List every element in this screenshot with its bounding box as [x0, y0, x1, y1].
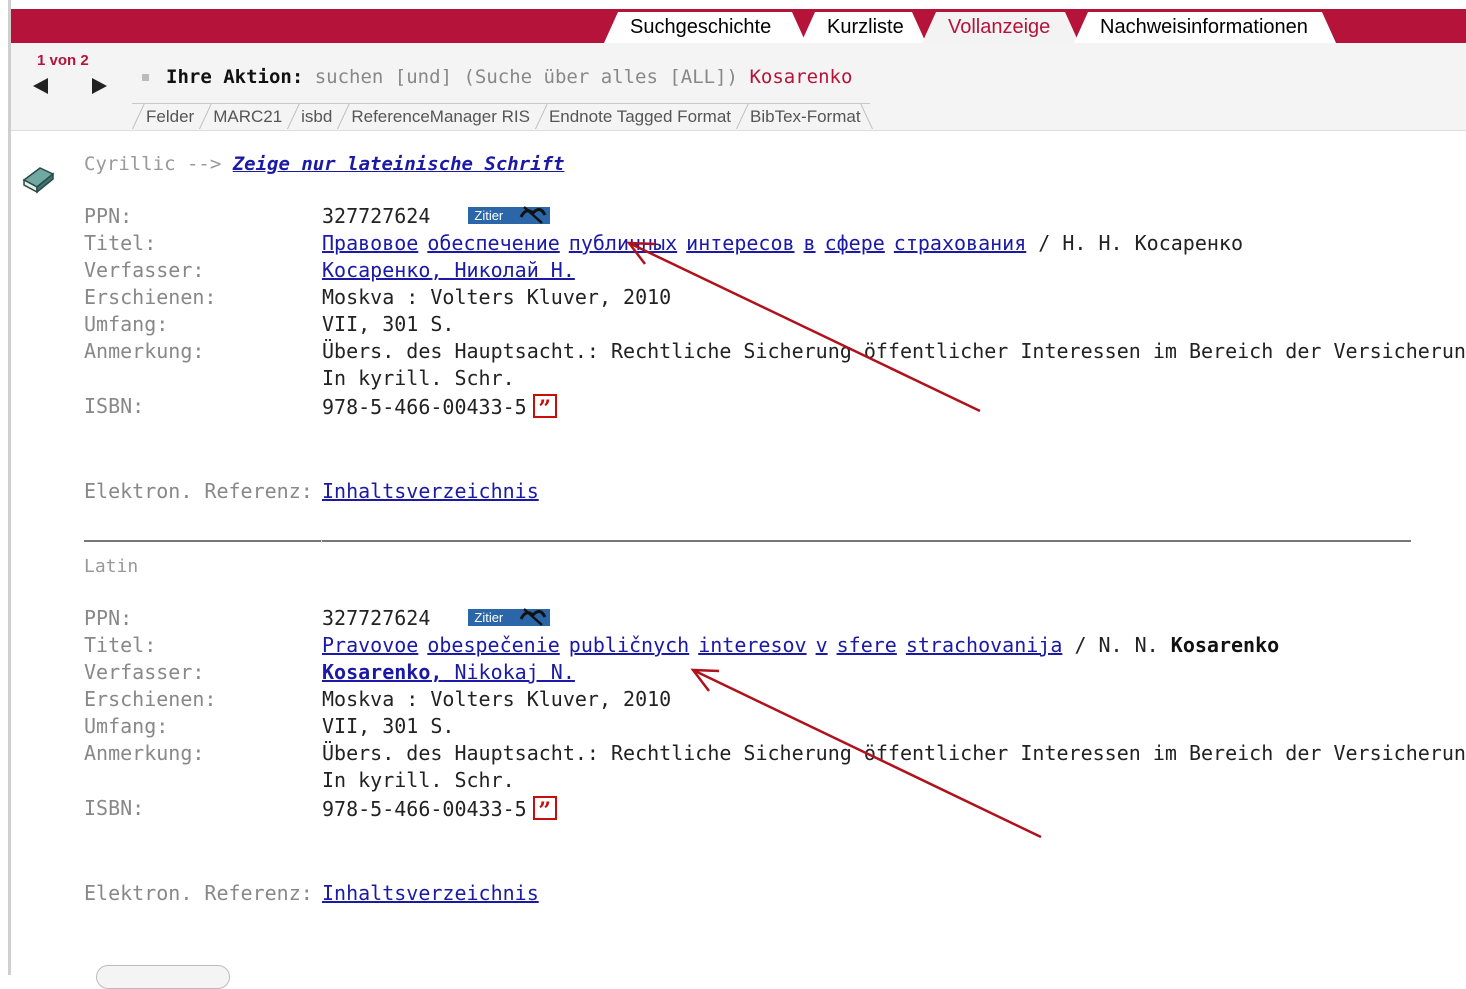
ppn-value: 327727624 Zitier: [322, 606, 551, 630]
search-action: Ihre Aktion: suchen [und] (Suche über al…: [166, 66, 852, 88]
isbn-value: 978-5-466-00433-5”: [322, 796, 557, 824]
title-word-link[interactable]: sfere: [837, 633, 897, 657]
isbn-value: 978-5-466-00433-5”: [322, 394, 557, 422]
label-titel: Titel:: [84, 231, 157, 255]
annotation-arrow: [626, 241, 981, 413]
format-bibtex[interactable]: BibTex-Format: [736, 103, 870, 128]
label-verfasser: Verfasser:: [84, 660, 205, 684]
title-responsibility-highlight: Kosarenko: [1170, 633, 1280, 657]
tab-kurzliste[interactable]: Kurzliste: [801, 12, 926, 43]
zitier-button[interactable]: Zitier: [468, 608, 551, 626]
tab-vollanzeige[interactable]: Vollanzeige: [922, 12, 1079, 43]
title-responsibility: / N. N.: [1074, 633, 1159, 657]
title-word-link[interactable]: интересов: [686, 231, 794, 255]
label-eref: Elektron. Referenz:: [84, 479, 313, 503]
title-word-link[interactable]: Pravovoe: [322, 633, 418, 657]
format-felder[interactable]: Felder: [132, 103, 204, 128]
title-word-link[interactable]: v: [816, 633, 828, 657]
title-responsibility: / Н. Н. Косаренко: [1038, 231, 1243, 255]
script-switch-prefix: Cyrillic -->: [84, 153, 222, 175]
extent-value: VII, 301 S.: [322, 312, 455, 336]
record-divider: [84, 539, 1411, 543]
label-isbn: ISBN:: [84, 796, 145, 820]
note-value: Übers. des Hauptsacht.: Rechtliche Siche…: [322, 339, 1466, 363]
hit-counter: 1 von 2: [37, 52, 89, 69]
extent-value: VII, 301 S.: [322, 714, 455, 738]
label-eref: Elektron. Referenz:: [84, 881, 313, 905]
label-verfasser: Verfasser:: [84, 258, 205, 282]
author-link[interactable]: Косаренко, Николай Н.: [322, 258, 575, 282]
ppn-value: 327727624 Zitier: [322, 204, 551, 228]
label-ppn: PPN:: [84, 606, 133, 630]
bullet-icon: [142, 74, 149, 81]
zitier-button[interactable]: Zitier: [468, 206, 551, 224]
author-link[interactable]: Kosarenko, Nikokaj N.: [322, 660, 575, 684]
action-query: suchen [und] (Suche über alles [ALL]): [314, 66, 738, 88]
tab-nachweisinformationen[interactable]: Nachweisinformationen: [1074, 12, 1336, 43]
note-value: In kyrill. Schr.: [322, 768, 515, 792]
quote-icon[interactable]: ”: [532, 796, 557, 824]
format-endnote[interactable]: Endnote Tagged Format: [534, 103, 741, 128]
book-icon: [22, 167, 55, 194]
script-switch: Cyrillic --> Zeige nur lateinische Schri…: [84, 153, 564, 175]
label-umfang: Umfang:: [84, 312, 169, 336]
label-anmerkung: Anmerkung:: [84, 339, 205, 363]
note-value: In kyrill. Schr.: [322, 366, 515, 390]
published-value: Moskva : Volters Kluver, 2010: [322, 687, 672, 711]
title-word-link[interactable]: publičnych: [569, 633, 689, 657]
title-word-link[interactable]: obespečenie: [427, 633, 559, 657]
label-anmerkung: Anmerkung:: [84, 741, 205, 765]
format-tabs: Felder MARC21 isbd ReferenceManager RIS Endn…: [132, 103, 870, 128]
label-erschienen: Erschienen:: [84, 687, 217, 711]
action-term: Kosarenko: [749, 66, 853, 88]
title-word-link[interactable]: Правовое: [322, 231, 418, 255]
title-word-link[interactable]: сфере: [825, 231, 885, 255]
title-word-link[interactable]: обеспечение: [427, 231, 559, 255]
previous-record-icon[interactable]: [33, 78, 48, 94]
title-value: Pravovoe obespečenie publičnych interesov v s…: [322, 633, 1279, 657]
next-record-icon[interactable]: [92, 78, 107, 94]
title-word-link[interactable]: страхования: [894, 231, 1026, 255]
format-marc21[interactable]: MARC21: [199, 103, 292, 128]
label-ppn: PPN:: [84, 204, 133, 228]
window-left-edge: [8, 0, 11, 975]
title-word-link[interactable]: публичных: [569, 231, 677, 255]
toc-link[interactable]: Inhaltsverzeichnis: [322, 479, 539, 503]
published-value: Moskva : Volters Kluver, 2010: [322, 285, 672, 309]
label-isbn: ISBN:: [84, 394, 145, 418]
label-umfang: Umfang:: [84, 714, 169, 738]
quote-icon[interactable]: ”: [532, 394, 557, 422]
title-word-link[interactable]: в: [804, 231, 816, 255]
label-erschienen: Erschienen:: [84, 285, 217, 309]
latin-heading: Latin: [84, 556, 139, 577]
toc-link[interactable]: Inhaltsverzeichnis: [322, 881, 539, 905]
title-word-link[interactable]: strachovanija: [906, 633, 1063, 657]
latin-only-link[interactable]: Zeige nur lateinische Schrift: [233, 153, 565, 175]
title-word-link[interactable]: interesov: [698, 633, 806, 657]
bottom-button[interactable]: [96, 965, 230, 989]
action-label: Ihre Aktion:: [166, 66, 304, 88]
format-isbd[interactable]: isbd: [287, 103, 342, 128]
label-titel: Titel:: [84, 633, 157, 657]
tab-suchgeschichte[interactable]: Suchgeschichte: [604, 12, 806, 43]
title-value: Правовое обеспечение публичных интересов в сф…: [322, 231, 1243, 255]
note-value: Übers. des Hauptsacht.: Rechtliche Siche…: [322, 741, 1466, 765]
format-ris[interactable]: ReferenceManager RIS: [337, 103, 539, 128]
